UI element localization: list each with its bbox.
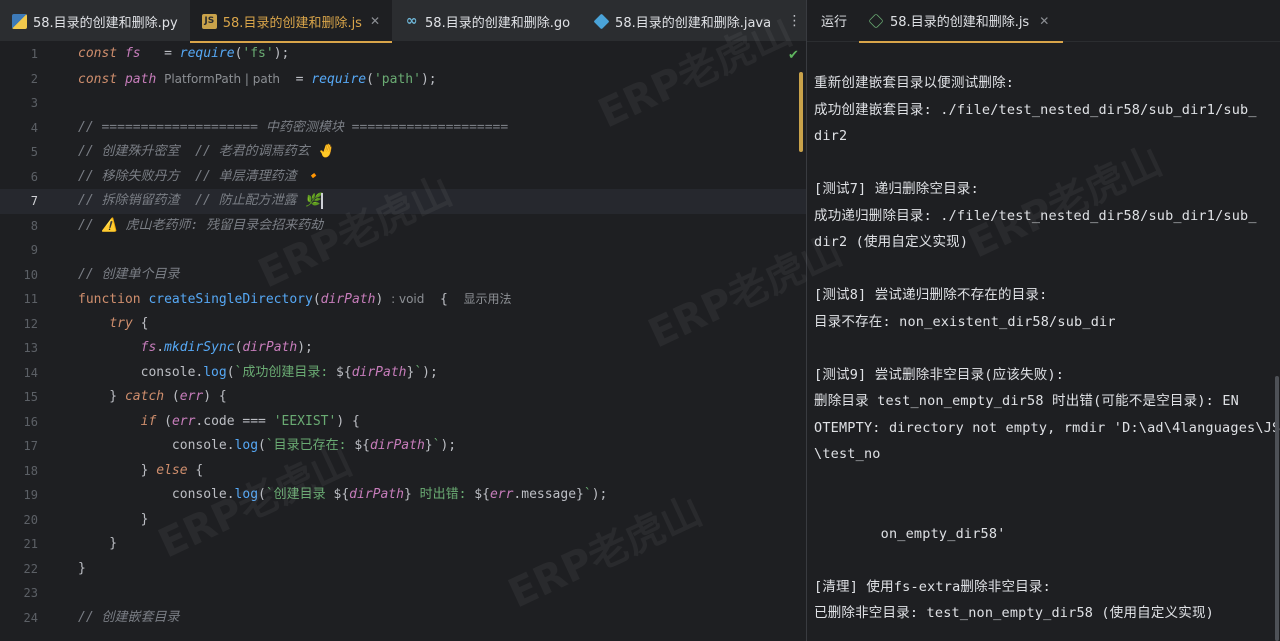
- run-tab[interactable]: 58.目录的创建和删除.js ✕: [859, 0, 1064, 43]
- go-icon: ∞: [405, 13, 418, 29]
- code-line[interactable]: if (err.code === 'EEXIST') {: [78, 410, 360, 435]
- tab-label: 58.目录的创建和删除.go: [425, 15, 571, 31]
- line-number: 22: [23, 561, 38, 576]
- tab-label: 58.目录的创建和删除.py: [33, 15, 178, 31]
- line-number: 21: [23, 537, 38, 551]
- code-line[interactable]: console.log(`创建目录 ${dirPath} 时出错: ${err.…: [78, 483, 607, 508]
- output-line: 重新创建嵌套目录以便测试删除:: [814, 75, 1015, 91]
- line-number: 16: [23, 414, 38, 429]
- line-number: 5: [30, 145, 38, 159]
- code-line[interactable]: // 创建单个目录: [78, 263, 179, 288]
- line-number: 15: [23, 390, 38, 404]
- line-number: 6: [30, 169, 38, 184]
- code-line[interactable]: }: [78, 508, 149, 533]
- output-line: 成功递归删除目录: ./file/test_nested_dir58/sub_d…: [814, 207, 1257, 224]
- code-area[interactable]: const fs = require('fs'); const path Plat…: [60, 42, 806, 641]
- nodejs-icon: [868, 12, 884, 29]
- text-caret: [320, 192, 323, 209]
- tab-python-file[interactable]: P 58.目录的创建和删除.py: [0, 0, 190, 42]
- output-line: on_empty_dir58': [814, 525, 1006, 542]
- line-number-gutter: 1 2 3 4 5 6 7 8 10 11 12 13 14 15 16 17 18 19 20 21 22 23 24 9: [0, 42, 60, 641]
- line-number: 19: [23, 488, 38, 502]
- tab-label: 58.目录的创建和删除.js: [222, 15, 362, 31]
- line-number: 18: [23, 463, 38, 478]
- line-number: 11: [23, 292, 38, 306]
- editor-scroll-marker: [799, 72, 803, 152]
- more-tabs-icon[interactable]: ⋮: [783, 0, 806, 42]
- output-line: 删除目录 test_non_empty_dir58 时出错(可能不是空目录): …: [814, 393, 1239, 409]
- line-number: 3: [30, 96, 38, 110]
- output-line: [测试8] 尝试递归删除不存在的目录:: [814, 287, 1048, 303]
- output-line: [测试9] 尝试删除非空目录(应该失败):: [814, 366, 1065, 383]
- code-line[interactable]: // ⚠️ 虎山老药师: 残留目录会招来药劫: [78, 214, 323, 239]
- code-line[interactable]: // 创建嵌套目录: [78, 606, 179, 631]
- close-icon[interactable]: ✕: [1039, 14, 1049, 28]
- editor-pane: P 58.目录的创建和删除.py JS 58.目录的创建和删除.js ✕ ∞ 5…: [0, 0, 806, 641]
- line-number: 4: [30, 120, 38, 135]
- output-line: 目录不存在: non_existent_dir58/sub_dir: [814, 313, 1116, 330]
- line-number: 14: [23, 365, 38, 380]
- code-line[interactable]: function createSingleDirectory(dirPath) …: [78, 287, 512, 312]
- javascript-icon: JS: [201, 13, 217, 29]
- line-number: 17: [23, 439, 38, 453]
- java-icon: [593, 13, 610, 29]
- code-line[interactable]: } catch (err) {: [78, 385, 226, 410]
- output-line: dir2 (使用自定义实现): [814, 234, 969, 250]
- code-line[interactable]: fs.mkdirSync(dirPath);: [78, 336, 313, 361]
- code-line[interactable]: const path PlatformPath | path = require…: [78, 67, 437, 92]
- code-line[interactable]: // 移除失败丹方 // 单层清理药渣 🔸: [78, 165, 321, 190]
- code-line[interactable]: // ==================== 中药密测模块 =========…: [78, 116, 508, 141]
- tab-label: 58.目录的创建和删除.java: [615, 15, 772, 31]
- inspection-ok-icon[interactable]: ✔: [788, 48, 799, 63]
- code-line[interactable]: // 创建殊升密室 // 老君的调焉药玄 🤚: [78, 140, 334, 165]
- line-number: 8: [30, 218, 38, 233]
- code-line[interactable]: console.log(`目录已存在: ${dirPath}`);: [78, 434, 456, 459]
- output-line: [测试7] 递归删除空目录:: [814, 181, 979, 197]
- close-icon[interactable]: ✕: [370, 14, 380, 28]
- run-tab-label: 58.目录的创建和删除.js: [890, 15, 1030, 30]
- line-number: 7: [30, 194, 38, 208]
- run-header: 运行 58.目录的创建和删除.js ✕: [807, 0, 1280, 43]
- code-line[interactable]: }: [78, 532, 117, 557]
- output-line: OTEMPTY: directory not empty, rmdir 'D:\…: [814, 419, 1280, 436]
- code-line[interactable]: const fs = require('fs');: [78, 42, 289, 67]
- code-line[interactable]: }: [78, 557, 86, 582]
- tab-java-file[interactable]: 58.目录的创建和删除.java: [582, 0, 783, 42]
- line-number: 2: [30, 71, 38, 86]
- line-number: 13: [23, 341, 38, 355]
- line-number: 20: [23, 512, 38, 527]
- code-line[interactable]: } else {: [78, 459, 204, 484]
- line-number: 1: [30, 47, 38, 61]
- editor-tab-bar: P 58.目录的创建和删除.py JS 58.目录的创建和删除.js ✕ ∞ 5…: [0, 0, 806, 43]
- run-output-scrollbar[interactable]: [1275, 376, 1279, 641]
- output-line: [清理] 使用fs-extra删除非空目录:: [814, 578, 1051, 595]
- output-line: 已删除非空目录: test_non_empty_dir58 (使用自定义实现): [814, 605, 1214, 621]
- line-number: 9: [30, 243, 38, 257]
- output-line: \test_no: [814, 446, 881, 462]
- line-number: 23: [23, 586, 38, 600]
- line-number: 10: [23, 267, 38, 282]
- tab-go-file[interactable]: ∞ 58.目录的创建和删除.go: [392, 0, 582, 42]
- line-number: 24: [23, 610, 38, 625]
- output-line: 成功创建嵌套目录: ./file/test_nested_dir58/sub_d…: [814, 101, 1257, 118]
- python-icon: P: [12, 13, 27, 29]
- tab-javascript-file[interactable]: JS 58.目录的创建和删除.js ✕: [189, 0, 393, 43]
- code-line[interactable]: console.log(`成功创建目录: ${dirPath}`);: [78, 361, 438, 386]
- code-line[interactable]: try {: [78, 312, 148, 337]
- code-line[interactable]: // 拆除销留药渣 // 防止配方泄露 🌿: [78, 189, 323, 214]
- line-number: 12: [23, 316, 38, 331]
- output-line: dir2: [814, 128, 848, 144]
- run-panel-title: 运行: [821, 15, 848, 30]
